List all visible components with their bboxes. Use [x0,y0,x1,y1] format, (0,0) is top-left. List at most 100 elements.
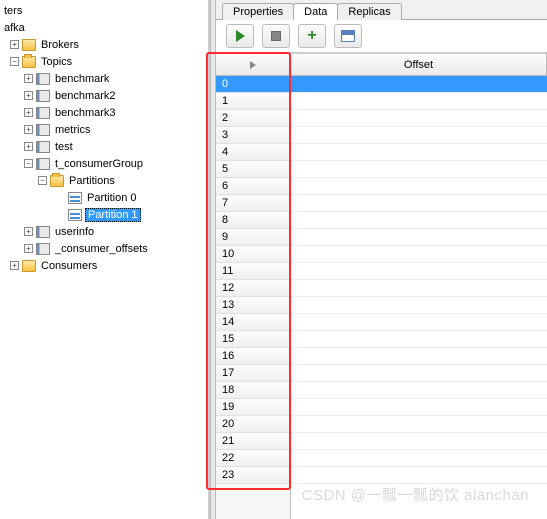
tab-properties[interactable]: Properties [222,3,294,20]
expand-icon[interactable]: + [24,91,33,100]
folder-open-icon [50,175,64,187]
row-header[interactable]: 16 [216,348,290,365]
data-cell[interactable] [291,314,547,331]
data-cell[interactable] [291,110,547,127]
row-header[interactable]: 18 [216,382,290,399]
topic-icon [36,90,50,102]
row-header[interactable]: 19 [216,399,290,416]
data-cell[interactable] [291,76,547,93]
tab-data[interactable]: Data [293,3,338,20]
topic-icon [36,141,50,153]
tree-item-partition-0[interactable]: Partition 0 [2,189,208,206]
data-cell[interactable] [291,331,547,348]
row-header[interactable]: 11 [216,263,290,280]
tab-replicas[interactable]: Replicas [337,3,401,20]
row-header[interactable]: 15 [216,331,290,348]
tree-panel: ters afka + Brokers − Topics + benchmark… [0,0,210,519]
row-header[interactable]: 7 [216,195,290,212]
data-cell[interactable] [291,195,547,212]
row-header[interactable]: 14 [216,314,290,331]
row-header[interactable]: 13 [216,297,290,314]
tree-item-benchmark3[interactable]: + benchmark3 [2,104,208,121]
expand-icon[interactable]: + [24,244,33,253]
data-cell[interactable] [291,263,547,280]
tabs: Properties Data Replicas [216,0,547,20]
collapse-icon[interactable]: − [10,57,19,66]
view-button[interactable] [334,24,362,48]
right-panel: Properties Data Replicas + 0123456789101… [216,0,547,519]
row-header[interactable]: 9 [216,229,290,246]
tree-item-test[interactable]: + test [2,138,208,155]
data-cell[interactable] [291,467,547,484]
tree-item-partition-1[interactable]: Partition 1 [2,206,208,223]
data-cell[interactable] [291,280,547,297]
row-header[interactable]: 3 [216,127,290,144]
tree-item-afka[interactable]: afka [2,19,208,36]
play-icon [236,30,245,42]
expand-icon[interactable]: + [24,227,33,236]
toolbar: + [216,20,547,53]
run-button[interactable] [226,24,254,48]
data-cell[interactable] [291,93,547,110]
expand-icon[interactable]: + [24,125,33,134]
folder-icon [22,260,36,272]
tree-item-brokers[interactable]: + Brokers [2,36,208,53]
tree-item-partitions[interactable]: − Partitions [2,172,208,189]
row-header[interactable]: 8 [216,212,290,229]
data-cell[interactable] [291,399,547,416]
topic-icon [36,73,50,85]
topic-icon [36,243,50,255]
tree-item-ters[interactable]: ters [2,2,208,19]
data-cell[interactable] [291,144,547,161]
data-cell[interactable] [291,382,547,399]
data-cell[interactable] [291,348,547,365]
expand-icon[interactable]: + [24,142,33,151]
tree-item-userinfo[interactable]: + userinfo [2,223,208,240]
data-cell[interactable] [291,416,547,433]
table-icon [341,30,355,42]
row-header[interactable]: 0 [216,76,290,93]
data-cell[interactable] [291,450,547,467]
data-cell[interactable] [291,127,547,144]
add-button[interactable]: + [298,24,326,48]
data-cell[interactable] [291,246,547,263]
tree-item-topics[interactable]: − Topics [2,53,208,70]
expand-icon[interactable]: + [10,40,19,49]
partition-icon [68,192,82,204]
expand-icon[interactable]: + [24,74,33,83]
expand-icon[interactable]: + [24,108,33,117]
row-header[interactable]: 23 [216,467,290,484]
data-cell[interactable] [291,297,547,314]
tree-item-t-consumergroup[interactable]: − t_consumerGroup [2,155,208,172]
tree-item-benchmark[interactable]: + benchmark [2,70,208,87]
row-header[interactable]: 1 [216,93,290,110]
row-header[interactable]: 21 [216,433,290,450]
row-header[interactable]: 10 [216,246,290,263]
data-cell[interactable] [291,229,547,246]
tree-item-benchmark2[interactable]: + benchmark2 [2,87,208,104]
row-header[interactable]: 2 [216,110,290,127]
data-cell[interactable] [291,433,547,450]
tree-item-metrics[interactable]: + metrics [2,121,208,138]
collapse-icon[interactable]: − [38,176,47,185]
row-header[interactable]: 20 [216,416,290,433]
data-cell[interactable] [291,161,547,178]
row-header[interactable]: 22 [216,450,290,467]
row-header[interactable]: 6 [216,178,290,195]
data-cell[interactable] [291,365,547,382]
corner-cell[interactable] [216,54,290,76]
row-header[interactable]: 12 [216,280,290,297]
stop-button[interactable] [262,24,290,48]
row-header[interactable]: 4 [216,144,290,161]
column-header-offset[interactable]: Offset [291,54,547,76]
data-grid: 01234567891011121314151617181920212223 O… [216,53,547,519]
plus-icon: + [307,28,316,44]
row-header[interactable]: 17 [216,365,290,382]
row-header[interactable]: 5 [216,161,290,178]
data-cell[interactable] [291,178,547,195]
expand-icon[interactable]: + [10,261,19,270]
collapse-icon[interactable]: − [24,159,33,168]
tree-item-consumer-offsets[interactable]: + _consumer_offsets [2,240,208,257]
data-cell[interactable] [291,212,547,229]
tree-item-consumers[interactable]: + Consumers [2,257,208,274]
